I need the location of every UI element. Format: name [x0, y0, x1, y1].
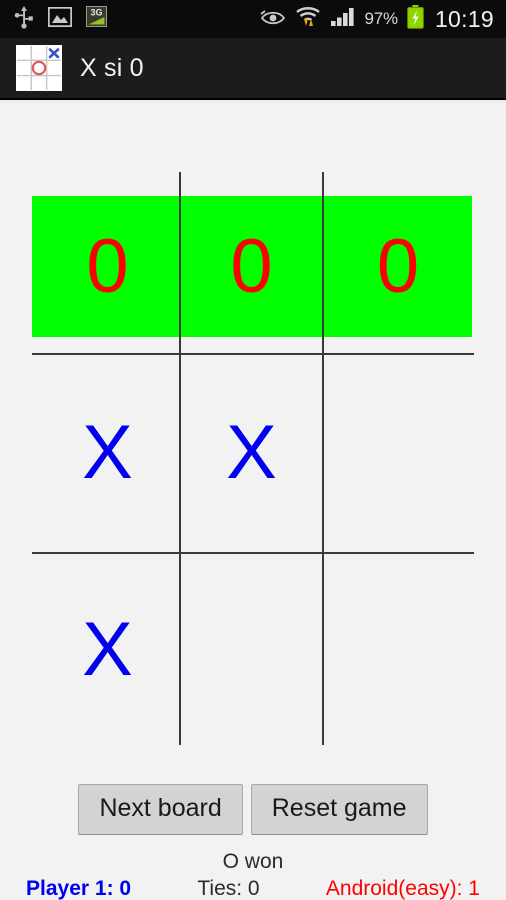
- board-cell-1[interactable]: 0: [181, 196, 322, 337]
- status-bar-right-icons: 97% 10:19: [259, 4, 506, 34]
- tictactoe-icon: [16, 45, 62, 91]
- cellular-signal-icon: [330, 7, 356, 32]
- game-result-text: O won: [222, 850, 284, 873]
- button-row: Next board Reset game: [0, 784, 506, 835]
- smart-stay-eye-icon: [259, 8, 286, 31]
- page-title: X si 0: [80, 53, 144, 82]
- status-bar-clock: 10:19: [434, 5, 494, 32]
- score-row: Player 1: 0 Ties: 0 Android(easy): 1: [0, 877, 506, 900]
- usb-icon: [14, 5, 34, 34]
- board-cell-8[interactable]: [324, 554, 472, 745]
- board-cell-4[interactable]: X: [181, 355, 322, 551]
- player1-score: Player 1: 0: [26, 877, 132, 900]
- cell-mark: X: [82, 606, 133, 692]
- tictactoe-board[interactable]: 0 0 0 X X X: [0, 102, 506, 762]
- status-bar: 3G 97% 10:19: [0, 0, 506, 38]
- status-bar-left-icons: 3G: [0, 5, 107, 34]
- battery-charging-icon: [407, 4, 424, 34]
- main-content: 0 0 0 X X X Next board Reset game O won …: [0, 102, 506, 900]
- board-cell-5[interactable]: [324, 355, 472, 551]
- next-board-button[interactable]: Next board: [78, 784, 243, 835]
- reset-game-button[interactable]: Reset game: [250, 784, 428, 835]
- cell-mark: 0: [230, 223, 273, 309]
- cell-mark: 0: [376, 223, 420, 309]
- board-cell-3[interactable]: X: [36, 355, 179, 551]
- cell-mark: X: [82, 410, 133, 495]
- android-score: Android(easy): 1: [325, 877, 480, 900]
- svg-text:3G: 3G: [90, 8, 102, 18]
- board-cell-2[interactable]: 0: [324, 196, 472, 337]
- cell-mark: X: [226, 410, 277, 495]
- gallery-image-icon: [47, 6, 73, 32]
- board-cell-6[interactable]: X: [36, 554, 179, 745]
- battery-percent-label: 97%: [364, 9, 399, 28]
- 3g-data-icon: 3G: [86, 6, 107, 32]
- ties-score: Ties: 0: [197, 877, 260, 900]
- app-root: 3G 97% 10:19 X si 0 0 0 0 X X X Next boa…: [0, 0, 506, 900]
- wifi-transfer-icon: [295, 6, 321, 33]
- board-cell-7[interactable]: [181, 554, 322, 745]
- app-title-bar: X si 0: [0, 38, 506, 100]
- cell-mark: 0: [86, 223, 129, 309]
- board-cell-0[interactable]: 0: [36, 196, 179, 337]
